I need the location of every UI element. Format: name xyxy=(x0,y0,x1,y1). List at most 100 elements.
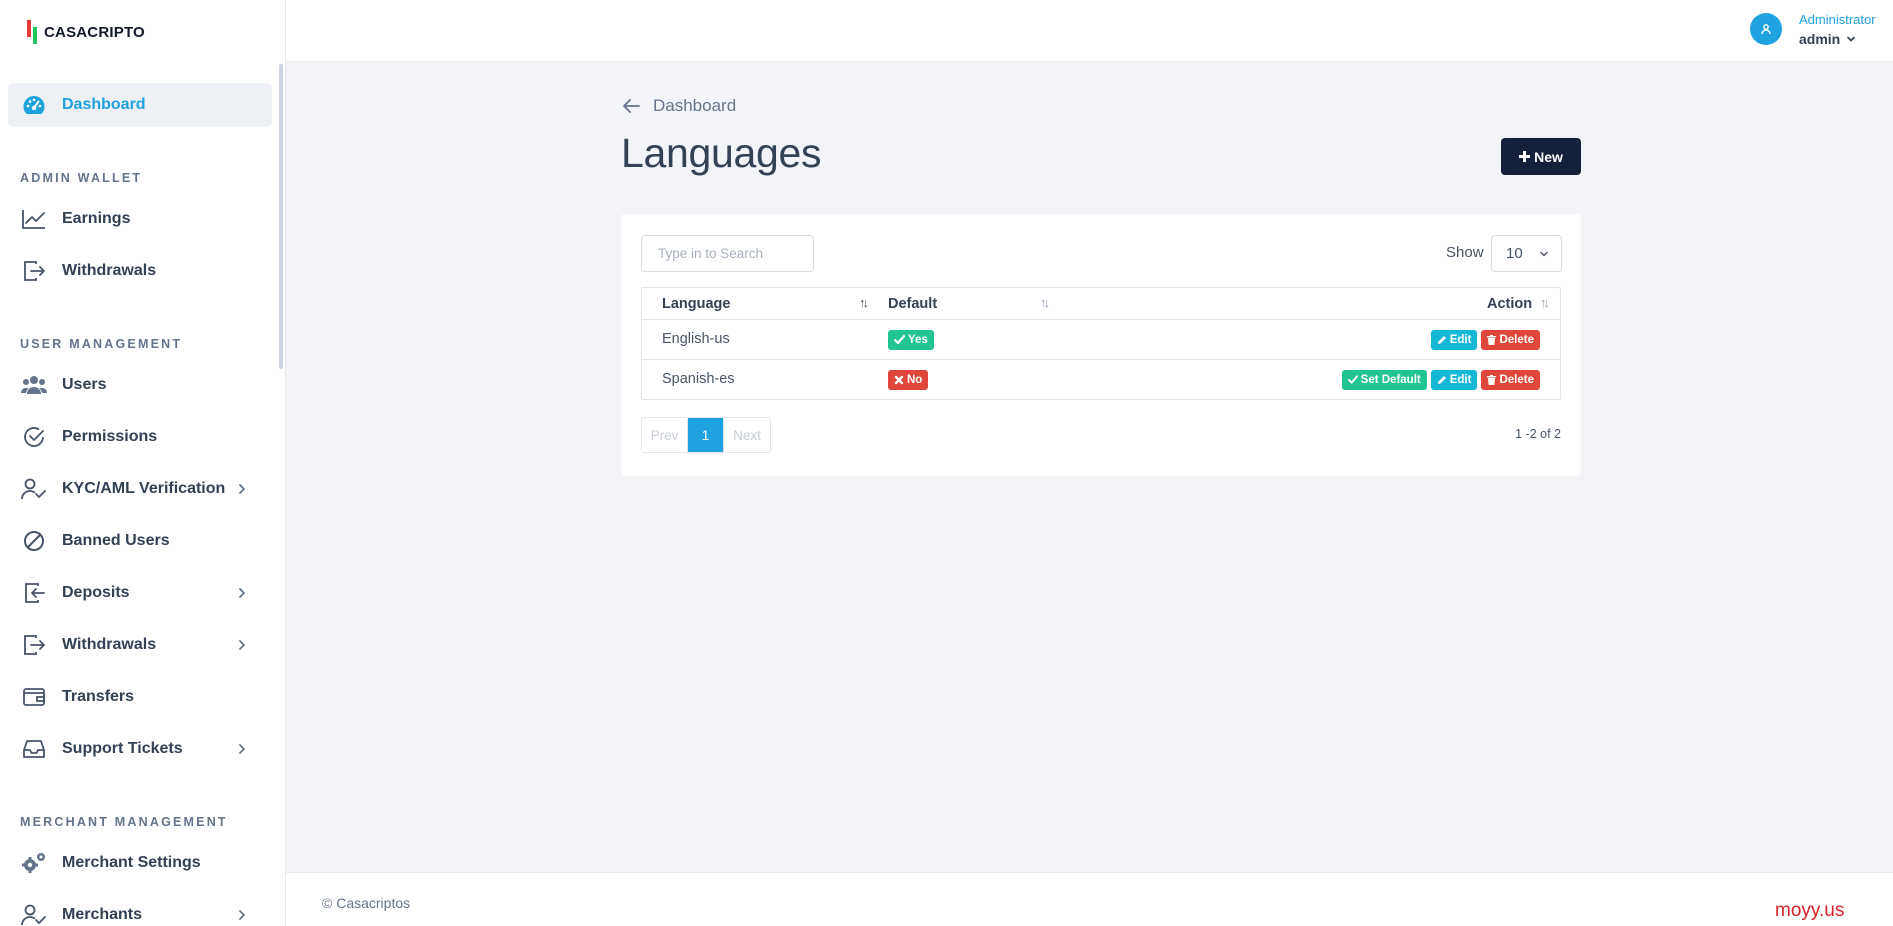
sidebar-item-label: Withdrawals xyxy=(62,262,157,279)
delete-label: Delete xyxy=(1499,374,1534,386)
arrow-left-icon xyxy=(623,99,640,113)
sort-icon[interactable]: ↑↓ xyxy=(1540,295,1550,310)
sidebar-item-label: KYC/AML Verification xyxy=(62,480,226,497)
sidebar-item-merchants[interactable]: Merchants xyxy=(8,893,272,926)
logo-icon xyxy=(26,20,38,44)
edit-label: Edit xyxy=(1449,374,1472,386)
check-circle-icon xyxy=(20,423,48,451)
language-cell: English-us xyxy=(662,331,730,347)
table-row: Spanish-es No Set Default Edit Delete xyxy=(642,360,1560,400)
user-check-icon xyxy=(20,475,48,503)
deposit-icon xyxy=(20,579,48,607)
users-icon xyxy=(20,371,48,399)
sidebar-item-label: Transfers xyxy=(62,688,135,705)
language-cell: Spanish-es xyxy=(662,371,735,387)
sidebar-item-withdrawals[interactable]: Withdrawals xyxy=(8,623,272,667)
set-default-label: Set Default xyxy=(1360,374,1421,386)
withdraw-icon xyxy=(20,631,48,659)
inbox-icon xyxy=(20,735,48,763)
sort-icon[interactable]: ↑↓ xyxy=(859,295,869,310)
table-header: Language ↑↓ Default ↑↓ Action ↑↓ xyxy=(642,288,1560,320)
delete-button[interactable]: Delete xyxy=(1481,330,1540,350)
sidebar-item-label: Dashboard xyxy=(62,96,146,113)
sidebar-item-earnings[interactable]: Earnings xyxy=(8,197,272,241)
chevron-down-icon xyxy=(1540,251,1548,257)
section-title-user-management: USER MANAGEMENT xyxy=(20,337,183,351)
chevron-down-icon xyxy=(1847,36,1856,42)
default-yes-badge: Yes xyxy=(888,330,934,350)
sidebar-item-label: Withdrawals xyxy=(62,636,157,653)
page-1-button[interactable]: 1 xyxy=(688,418,723,452)
check-icon xyxy=(1347,375,1358,384)
sidebar-item-withdrawals-wallet[interactable]: Withdrawals xyxy=(8,249,272,293)
back-link[interactable]: Dashboard xyxy=(621,96,736,116)
sort-icon[interactable]: ↑↓ xyxy=(1040,295,1050,310)
pagination: Prev 1 Next xyxy=(641,417,771,453)
sidebar-item-label: Banned Users xyxy=(62,532,170,549)
wallet-icon xyxy=(20,683,48,711)
sidebar-item-permissions[interactable]: Permissions xyxy=(8,415,272,459)
pencil-icon xyxy=(1437,336,1446,344)
username: admin xyxy=(1799,31,1841,47)
next-page-button[interactable]: Next xyxy=(723,418,770,452)
page-size-value: 10 xyxy=(1506,245,1523,262)
user-menu[interactable]: admin xyxy=(1799,31,1856,47)
chart-line-icon xyxy=(20,205,48,233)
new-button-label: New xyxy=(1534,148,1563,165)
badge-label: No xyxy=(907,374,923,386)
pencil-icon xyxy=(1437,376,1446,384)
sidebar-item-banned-users[interactable]: Banned Users xyxy=(8,519,272,563)
sidebar-item-label: Deposits xyxy=(62,584,130,601)
sidebar: CASACRIPTO Dashboard ADMIN WALLET Earnin… xyxy=(0,0,286,926)
chevron-right-icon xyxy=(234,481,250,497)
brand-logo[interactable]: CASACRIPTO xyxy=(26,20,145,44)
chevron-right-icon xyxy=(234,585,250,601)
sidebar-item-dashboard[interactable]: Dashboard xyxy=(8,83,272,127)
languages-card: Show 10 Language ↑↓ Default ↑↓ Action ↑↓… xyxy=(621,214,1581,476)
column-header-action: Action xyxy=(1487,296,1533,312)
sidebar-item-kyc[interactable]: KYC/AML Verification xyxy=(8,467,272,511)
delete-button[interactable]: Delete xyxy=(1481,370,1540,390)
trash-icon xyxy=(1487,335,1497,345)
prev-page-button[interactable]: Prev xyxy=(642,418,688,452)
languages-table: Language ↑↓ Default ↑↓ Action ↑↓ English… xyxy=(641,287,1561,400)
search-input[interactable] xyxy=(641,235,814,272)
sidebar-item-merchant-settings[interactable]: Merchant Settings xyxy=(8,841,272,885)
page-size-select[interactable]: 10 xyxy=(1491,235,1562,272)
new-language-button[interactable]: New xyxy=(1501,138,1581,175)
row-actions: Set Default Edit Delete xyxy=(1341,370,1540,390)
edit-button[interactable]: Edit xyxy=(1430,330,1478,350)
chevron-right-icon xyxy=(234,907,250,923)
edit-label: Edit xyxy=(1449,334,1472,346)
delete-label: Delete xyxy=(1499,334,1534,346)
check-icon xyxy=(894,335,905,345)
section-title-admin-wallet: ADMIN WALLET xyxy=(20,171,143,185)
sidebar-item-deposits[interactable]: Deposits xyxy=(8,571,272,615)
sidebar-item-support-tickets[interactable]: Support Tickets xyxy=(8,727,272,771)
avatar[interactable] xyxy=(1750,13,1782,45)
plus-icon xyxy=(1519,151,1531,162)
sidebar-scrollbar[interactable] xyxy=(279,64,283,369)
sidebar-item-label: Users xyxy=(62,376,107,393)
results-summary: 1 -2 of 2 xyxy=(1515,427,1561,441)
copyright-text: © Casacriptos xyxy=(322,895,411,911)
gears-icon xyxy=(20,849,48,877)
column-header-language[interactable]: Language xyxy=(662,296,730,312)
show-label: Show xyxy=(1446,244,1484,261)
sidebar-item-transfers[interactable]: Transfers xyxy=(8,675,272,719)
edit-button[interactable]: Edit xyxy=(1430,370,1478,390)
column-header-default[interactable]: Default xyxy=(888,296,937,312)
sidebar-item-label: Support Tickets xyxy=(62,740,183,757)
chevron-right-icon xyxy=(234,741,250,757)
withdraw-icon xyxy=(20,257,48,285)
chevron-right-icon xyxy=(234,637,250,653)
sidebar-item-users[interactable]: Users xyxy=(8,363,272,407)
sidebar-item-label: Merchant Settings xyxy=(62,854,201,871)
top-bar: Administrator admin xyxy=(286,0,1893,62)
x-icon xyxy=(894,375,904,385)
watermark-text: moyy.us xyxy=(1775,900,1845,921)
footer: © Casacriptos xyxy=(286,872,1893,926)
table-row: English-us Yes Edit Delete xyxy=(642,320,1560,360)
page-title: Languages xyxy=(621,130,822,176)
set-default-button[interactable]: Set Default xyxy=(1341,370,1427,390)
